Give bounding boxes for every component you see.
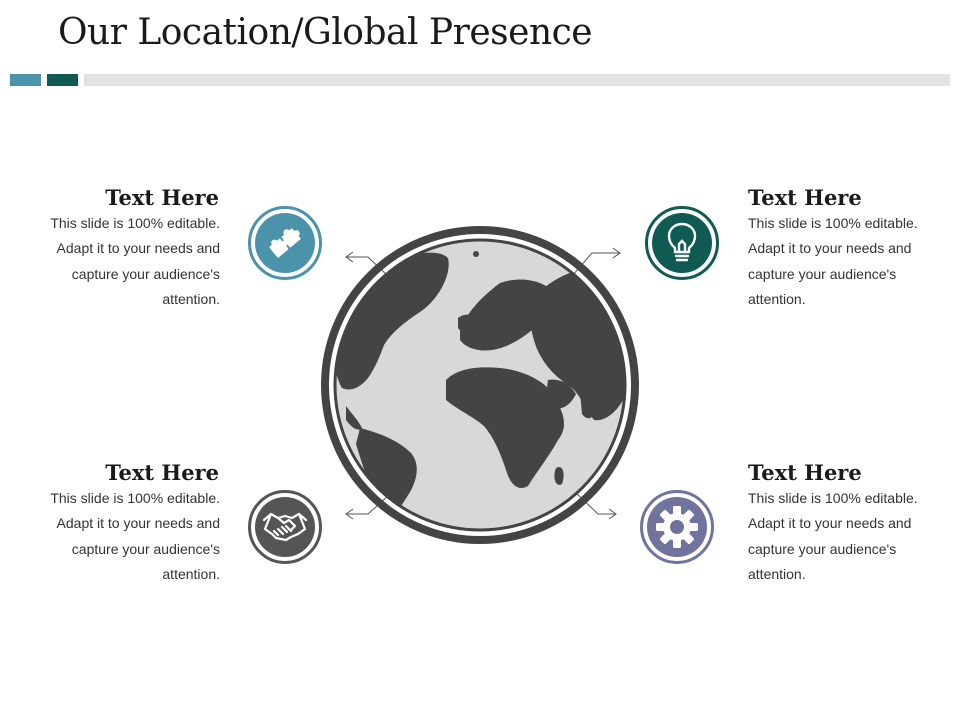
item-heading: Text Here	[748, 460, 862, 485]
lightbulb-icon	[652, 213, 712, 273]
land-madagascar	[554, 466, 564, 485]
globe-icon	[321, 226, 639, 544]
land-island	[473, 251, 479, 257]
icon-badge-top-left	[248, 206, 322, 280]
item-description: This slide is 100% editable. Adapt it to…	[748, 490, 918, 582]
item-heading: Text Here	[105, 185, 219, 210]
icon-badge-bottom-right	[640, 490, 714, 564]
icon-badge-top-right	[645, 206, 719, 280]
gear-icon	[647, 497, 707, 557]
item-description: This slide is 100% editable. Adapt it to…	[50, 215, 220, 307]
item-description: This slide is 100% editable. Adapt it to…	[50, 490, 220, 582]
item-heading: Text Here	[748, 185, 862, 210]
puzzle-icon	[255, 213, 315, 273]
item-heading: Text Here	[105, 460, 219, 485]
item-description: This slide is 100% editable. Adapt it to…	[748, 215, 918, 307]
handshake-icon	[255, 497, 315, 557]
icon-badge-bottom-left	[248, 490, 322, 564]
